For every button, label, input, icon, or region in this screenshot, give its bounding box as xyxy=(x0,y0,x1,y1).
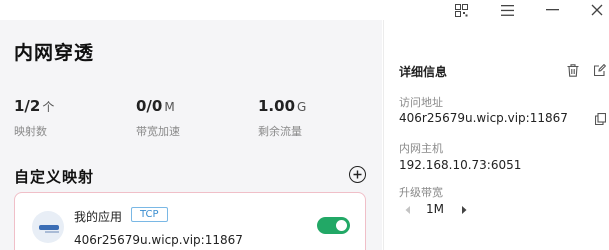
mapping-address: 406r25679u.wicp.vip:11867 xyxy=(74,233,243,247)
plus-icon xyxy=(353,170,362,179)
stat-mapping-count: 1/2 个 映射数 xyxy=(14,96,55,138)
title-bar xyxy=(0,0,609,20)
internal-host-label: 内网主机 xyxy=(399,142,443,155)
stat-unit: 个 xyxy=(42,100,55,114)
detail-title: 详细信息 xyxy=(399,65,448,79)
app-icon xyxy=(32,211,64,243)
copy-icon[interactable] xyxy=(592,111,608,127)
upgrade-bandwidth-label: 升级带宽 xyxy=(399,186,443,199)
bandwidth-stepper[interactable]: 1M xyxy=(399,202,479,218)
stat-label: 带宽加速 xyxy=(136,125,180,138)
protocol-badge: TCP xyxy=(131,207,168,222)
stat-unit: M xyxy=(164,100,175,114)
decrease-icon[interactable] xyxy=(404,205,412,215)
minimize-icon[interactable] xyxy=(540,0,564,20)
stat-unit: G xyxy=(297,100,307,114)
add-mapping-button[interactable] xyxy=(349,166,366,183)
stat-value: 1.00 xyxy=(258,97,296,115)
stat-bandwidth: 0/0 M 带宽加速 xyxy=(136,96,180,138)
close-icon[interactable] xyxy=(585,0,609,20)
stat-label: 剩余流量 xyxy=(258,125,302,138)
edit-icon[interactable] xyxy=(592,62,608,78)
access-address-label: 访问地址 xyxy=(399,96,443,109)
stat-traffic: 1.00 G 剩余流量 xyxy=(258,96,307,138)
stat-value: 1/2 xyxy=(14,97,41,115)
mapping-card[interactable]: 我的应用 TCP 406r25679u.wicp.vip:11867 xyxy=(14,192,366,250)
page-title: 内网穿透 xyxy=(14,42,95,64)
stat-label: 映射数 xyxy=(14,125,47,138)
menu-icon[interactable] xyxy=(495,0,519,20)
stat-value: 0/0 xyxy=(136,97,163,115)
bandwidth-value: 1M xyxy=(426,202,444,216)
access-address-value: 406r25679u.wicp.vip:11867 xyxy=(399,111,568,125)
trash-icon[interactable] xyxy=(565,62,581,78)
section-title: 自定义映射 xyxy=(14,168,95,186)
mapping-toggle[interactable] xyxy=(317,217,350,234)
internal-host-value: 192.168.10.73:6051 xyxy=(399,158,522,172)
mapping-name: 我的应用 xyxy=(74,210,123,224)
qr-code-icon[interactable] xyxy=(449,0,473,20)
increase-icon[interactable] xyxy=(460,205,468,215)
